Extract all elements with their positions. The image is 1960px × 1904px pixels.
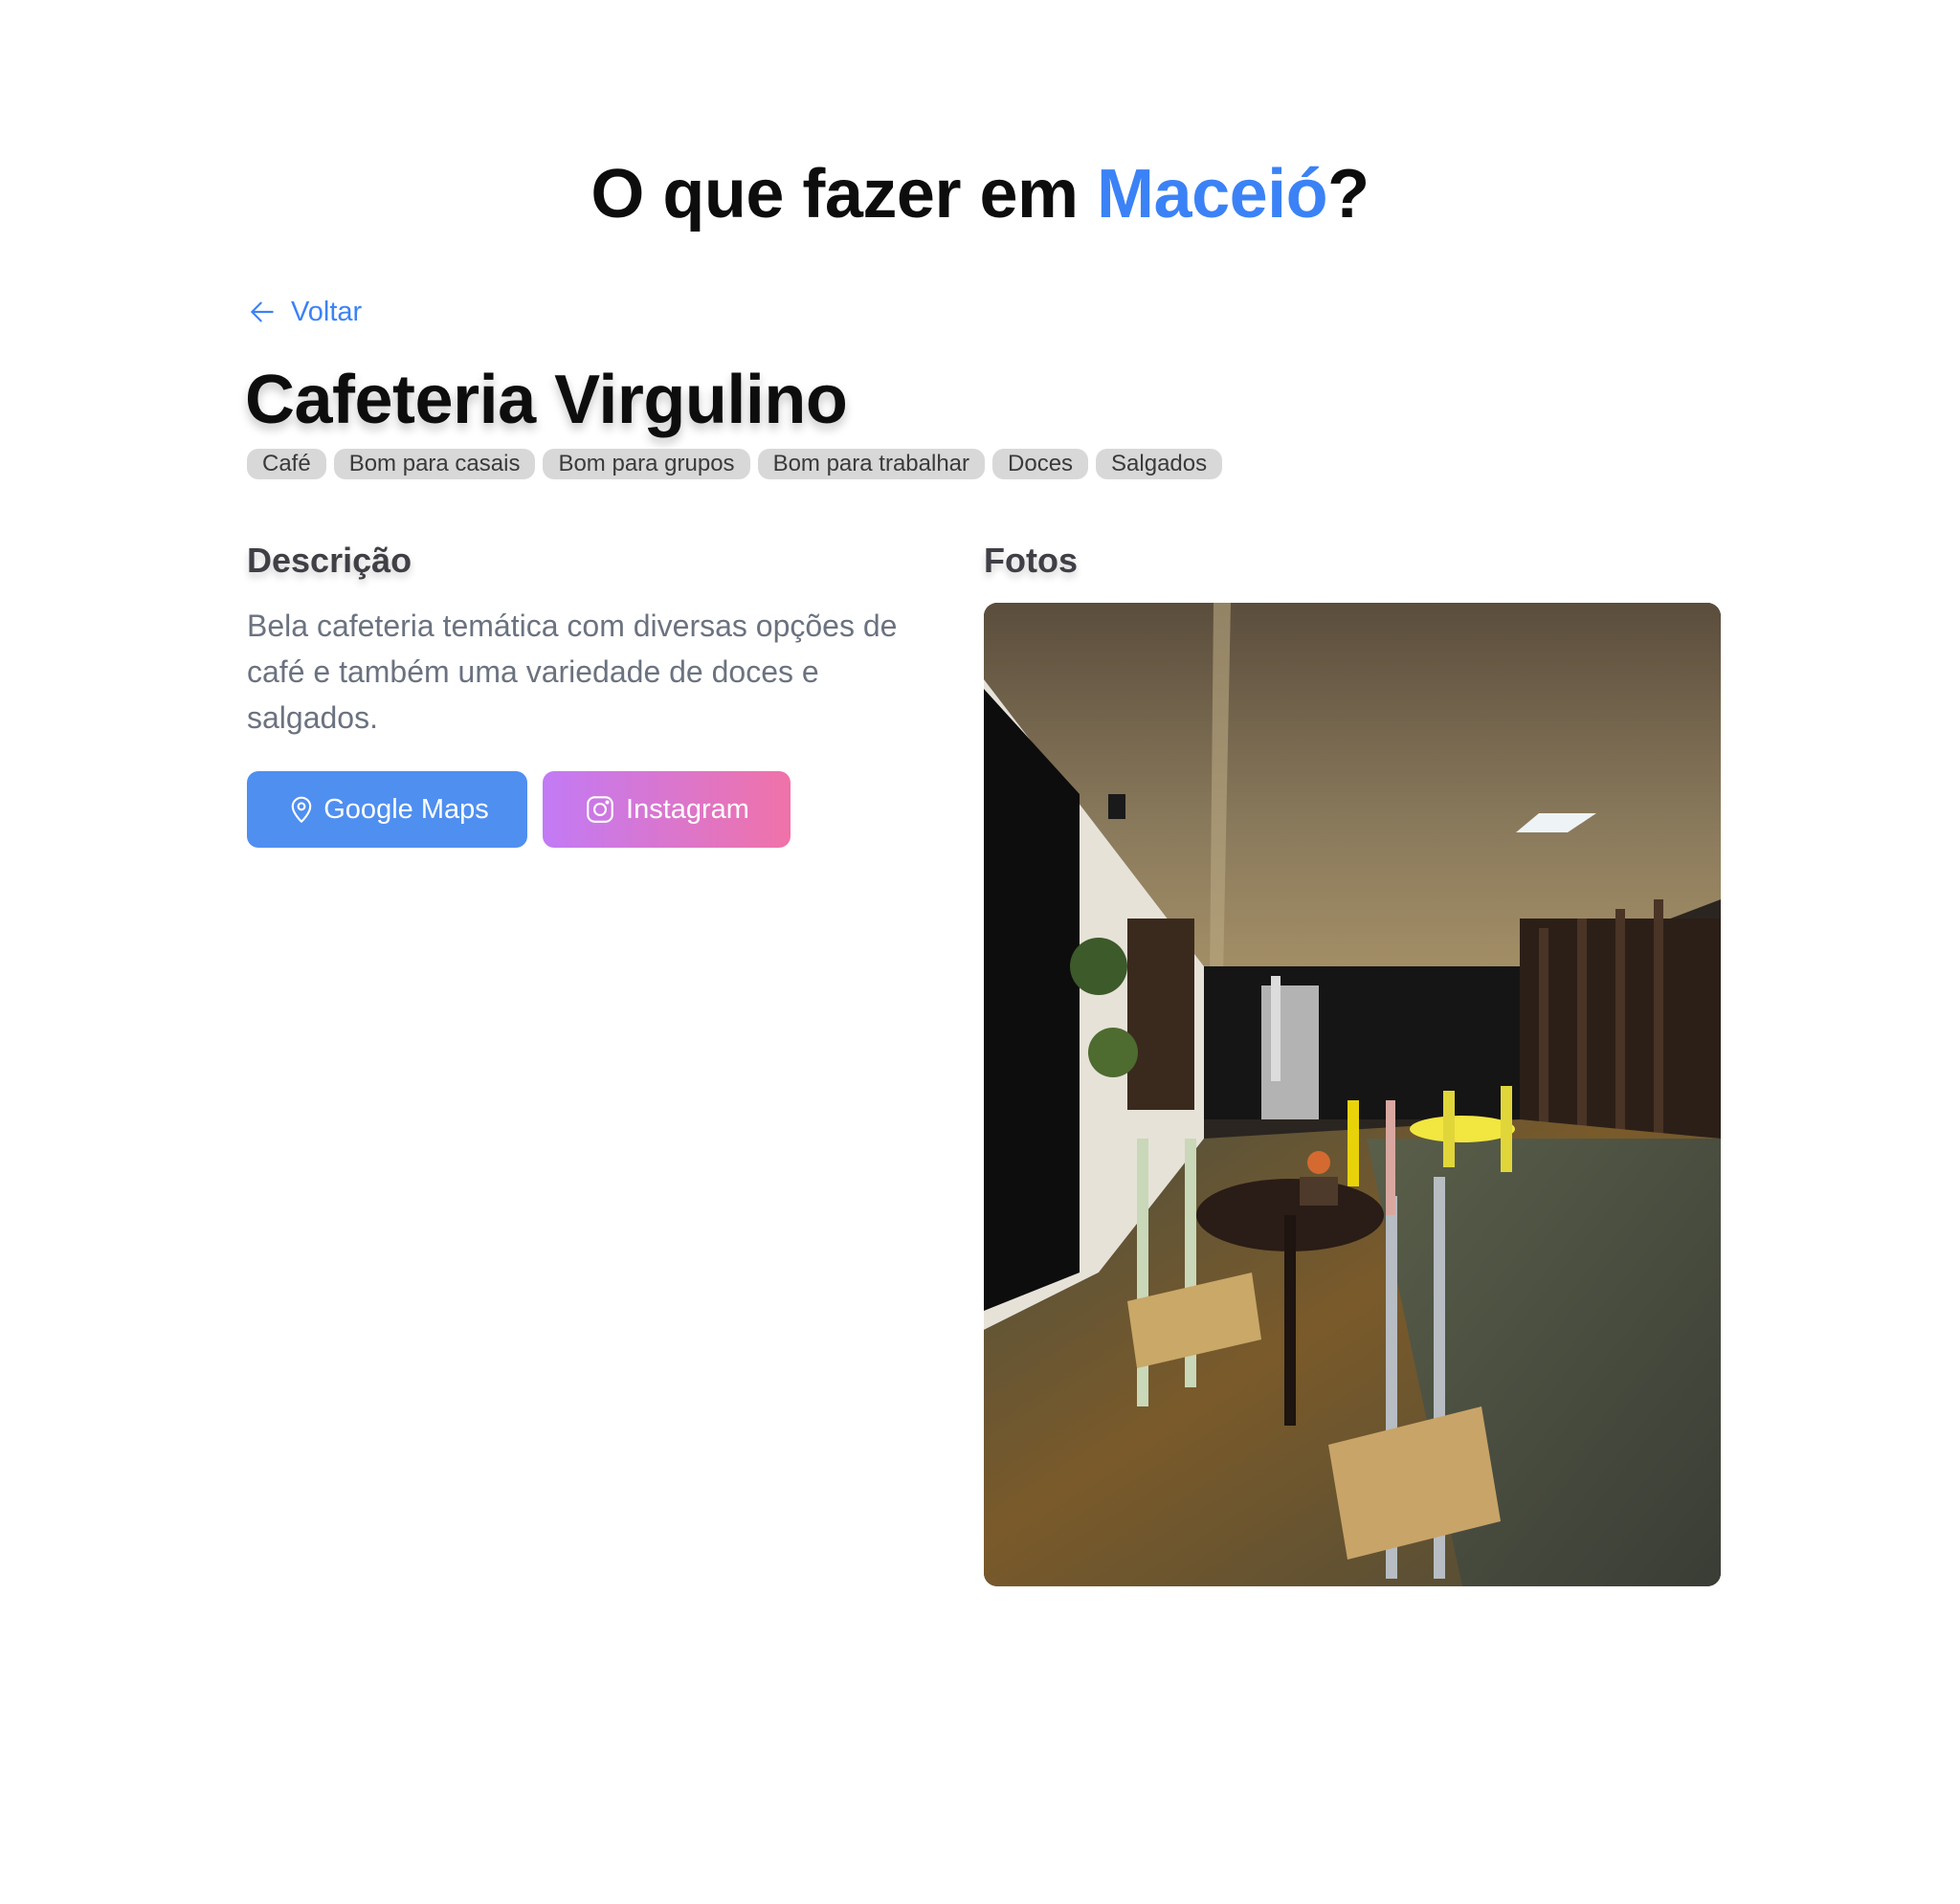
title-city: Maceió — [1097, 156, 1328, 232]
photos-heading: Fotos — [984, 541, 1078, 580]
instagram-button[interactable]: Instagram — [543, 771, 791, 848]
tag-salgados: Salgados — [1096, 449, 1223, 479]
tag-cafe: Café — [247, 449, 326, 479]
page-header-title: O que fazer em Maceió? — [0, 148, 1960, 240]
title-suffix: ? — [1327, 156, 1370, 232]
google-maps-label: Google Maps — [323, 793, 489, 825]
back-link-label: Voltar — [291, 296, 363, 327]
instagram-icon — [587, 796, 613, 823]
instagram-label: Instagram — [626, 793, 749, 825]
tag-bom-para-trabalhar: Bom para trabalhar — [757, 449, 986, 479]
tag-bom-para-grupos: Bom para grupos — [543, 449, 750, 479]
arrow-left-icon — [251, 301, 274, 322]
back-link[interactable]: Voltar — [247, 293, 362, 331]
google-maps-button[interactable]: Google Maps — [247, 771, 527, 848]
tag-bom-para-casais: Bom para casais — [333, 449, 536, 479]
map-pin-icon — [291, 796, 312, 823]
description-heading: Descrição — [247, 541, 412, 580]
place-title: Cafeteria Virgulino — [245, 362, 848, 438]
tag-doces: Doces — [992, 449, 1089, 479]
description-text: Bela cafeteria temática com diversas opç… — [247, 609, 898, 735]
tag-list: Café Bom para casais Bom para grupos Bom… — [247, 449, 1223, 479]
title-prefix: O que fazer em — [590, 156, 1098, 232]
cafe-interior-photo[interactable] — [984, 603, 1721, 1586]
